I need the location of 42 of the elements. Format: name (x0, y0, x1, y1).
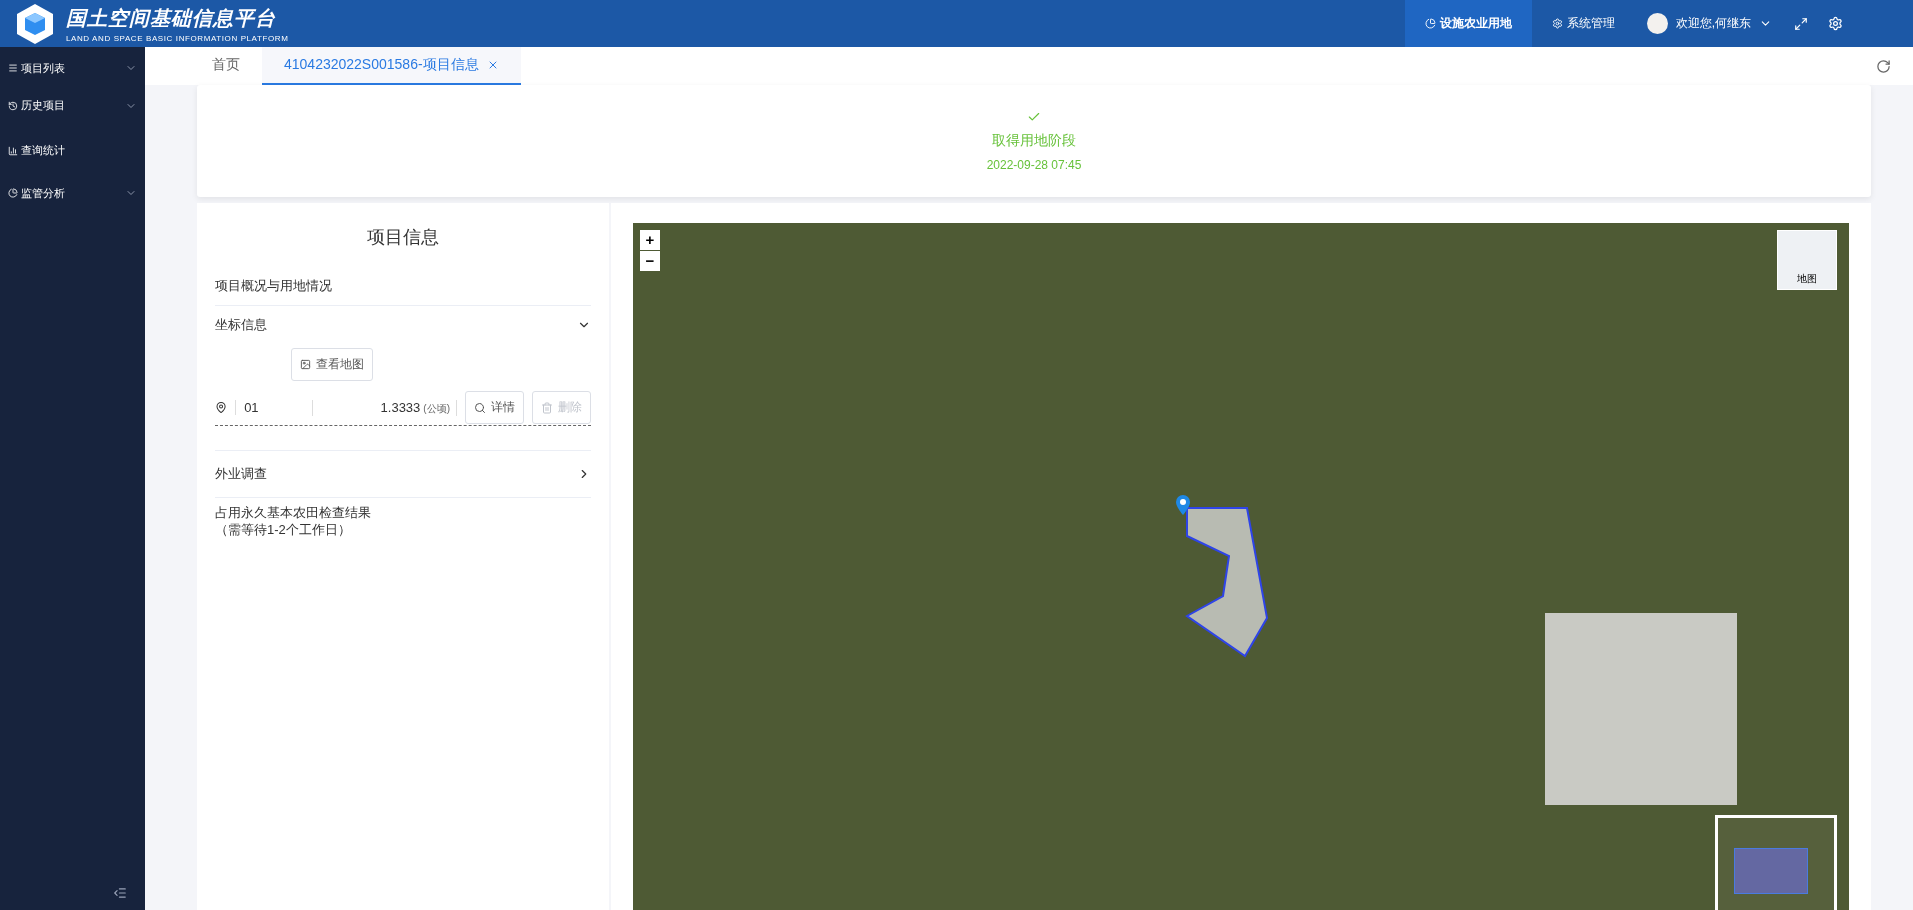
menu-item-icon (8, 145, 18, 156)
collapse-menu-icon[interactable] (113, 886, 127, 900)
refresh-icon[interactable] (1876, 58, 1891, 74)
panel-title: 项目信息 (367, 226, 439, 249)
location-icon (215, 401, 228, 414)
trash-icon (541, 401, 553, 414)
sidebar-item[interactable]: 历史项目 (0, 83, 145, 128)
menu-item-icon (8, 100, 18, 111)
page-tab[interactable]: 4104232022S001586-项目信息 (262, 47, 521, 85)
section-title: 项目概况与用地情况 (215, 277, 333, 295)
parcel-id: 01 (235, 400, 305, 415)
check-result-text: 占用永久基本农田检查结果 (215, 504, 372, 521)
sidebar-item[interactable]: 查询统计 (0, 128, 145, 173)
platform-subtitle: LAND AND SPACE BASIC INFORMATION PLATFORM (66, 33, 289, 43)
search-icon (474, 401, 486, 414)
check-note: （需等待1-2个工作日） (215, 521, 352, 538)
sidebar-item[interactable]: 项目列表 (0, 53, 145, 83)
platform-title: 国土空间基础信息平台 (66, 5, 277, 31)
satellite-map[interactable]: + − 地图 (633, 223, 1849, 910)
page-tab[interactable]: 首页 (190, 47, 262, 85)
survey-header[interactable]: 外业调查 (215, 451, 591, 498)
menu-item-icon (8, 188, 18, 198)
settings-icon (1551, 18, 1563, 29)
avatar (1646, 13, 1668, 34)
nav-tab[interactable]: 系统管理 (1531, 0, 1635, 47)
menu-item-icon (8, 63, 18, 73)
map-pin-icon (1175, 494, 1191, 516)
stage-title: 取得用地阶段 (992, 132, 1076, 150)
pie-chart-icon (1424, 18, 1436, 29)
nav-tab[interactable]: 设施农业用地 (1404, 0, 1532, 47)
sidebar-item[interactable]: 监管分析 (0, 173, 145, 213)
zoom-in-button[interactable]: + (640, 230, 660, 250)
image-icon (300, 359, 311, 370)
zoom-out-button[interactable]: − (640, 251, 660, 271)
coords-header[interactable]: 坐标信息 (215, 306, 591, 344)
detail-button[interactable]: 详情 (465, 391, 524, 424)
logo-icon (14, 2, 56, 45)
stage-time: 2022-09-28 07:45 (986, 158, 1082, 172)
parcel-area: 1.3333 (公顷) (312, 399, 457, 416)
layer-switch-button[interactable]: 地图 (1777, 230, 1837, 290)
view-map-button[interactable]: 查看地图 (291, 348, 373, 381)
user-menu[interactable]: 欢迎您,何继东 (1634, 0, 1784, 47)
